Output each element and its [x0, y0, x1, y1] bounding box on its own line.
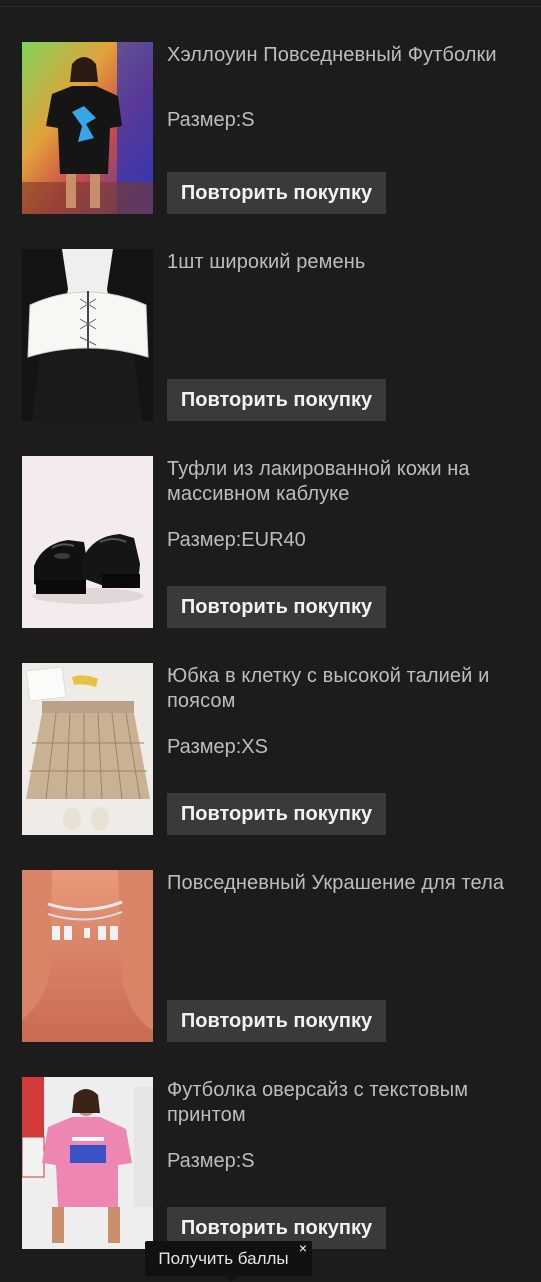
rebuy-button[interactable]: Повторить покупку: [167, 793, 386, 835]
close-icon[interactable]: ×: [296, 1241, 310, 1255]
oversized-tshirt-photo-icon[interactable]: [22, 1077, 153, 1249]
product-title: Туфли из лакированной кожи на массивном …: [167, 458, 470, 505]
product-card[interactable]: Юбка в клетку с высокой талией и поясом …: [22, 663, 532, 835]
shoes-photo-icon[interactable]: [22, 456, 153, 628]
product-card[interactable]: 1шт широкий ремень Повторить покупку: [22, 249, 532, 421]
top-divider: [0, 6, 541, 7]
product-card[interactable]: Повседневный Украшение для тела Повторит…: [22, 870, 532, 1042]
skirt-photo-icon[interactable]: [22, 663, 153, 835]
rebuy-button[interactable]: Повторить покупку: [167, 379, 386, 421]
product-size: Размер:XS: [167, 736, 268, 758]
product-card[interactable]: Футболка оверсайз с текстовым принтом Ра…: [22, 1077, 532, 1249]
product-title: Хэллоуин Повседневный Футболки: [167, 44, 497, 66]
product-size: Размер:S: [167, 109, 255, 131]
rebuy-button[interactable]: Повторить покупку: [167, 586, 386, 628]
get-points-label[interactable]: Получить баллы: [145, 1241, 302, 1276]
anklet-photo-icon[interactable]: [22, 870, 153, 1042]
belt-photo-icon[interactable]: [22, 249, 153, 421]
tshirt-photo-icon[interactable]: [22, 42, 153, 214]
product-title: 1шт широкий ремень: [167, 251, 366, 273]
toast-pointer: [225, 1276, 237, 1282]
product-size: Размер:S: [167, 1150, 255, 1172]
rebuy-button[interactable]: Повторить покупку: [167, 1000, 386, 1042]
product-size: Размер:EUR40: [167, 529, 306, 551]
product-title: Повседневный Украшение для тела: [167, 872, 505, 894]
product-card[interactable]: Туфли из лакированной кожи на массивном …: [22, 456, 532, 628]
get-points-toast[interactable]: Получить баллы ×: [145, 1241, 312, 1282]
rebuy-button[interactable]: Повторить покупку: [167, 172, 386, 214]
product-title: Юбка в клетку с высокой талией и поясом: [167, 665, 490, 712]
product-title: Футболка оверсайз с текстовым принтом: [167, 1079, 469, 1126]
product-card[interactable]: Хэллоуин Повседневный Футболки Размер:S …: [22, 42, 532, 214]
